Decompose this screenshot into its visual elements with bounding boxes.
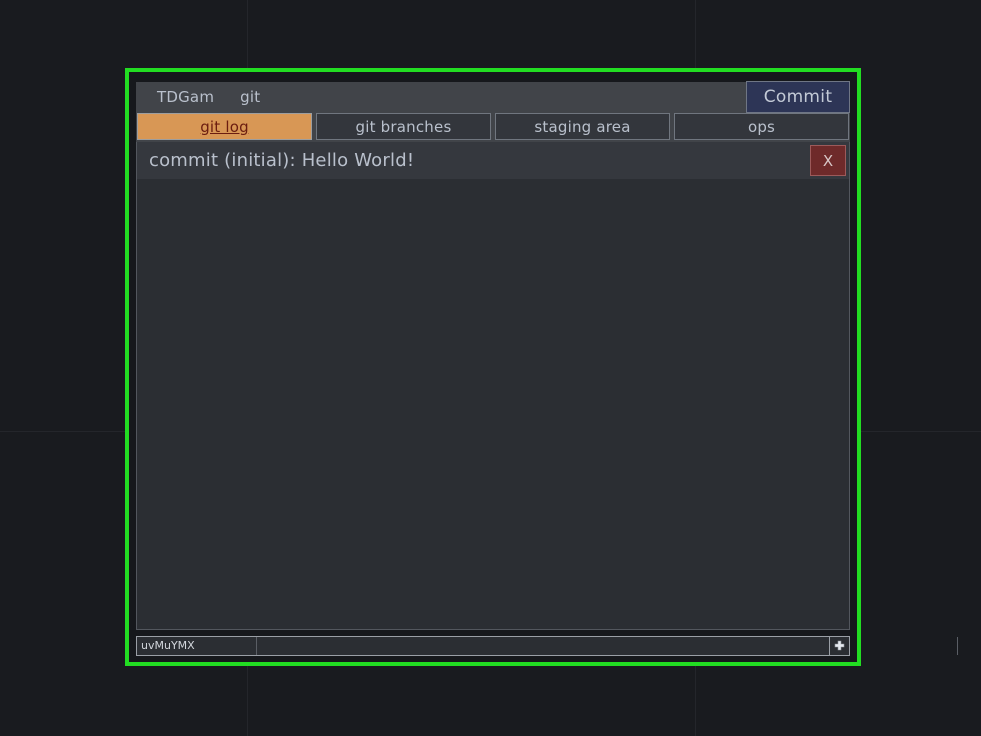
tab-ops[interactable]: ops (674, 113, 849, 140)
command-input-separator (957, 637, 958, 655)
command-bar: uvMuYMX (136, 636, 958, 656)
tab-staging-area[interactable]: staging area (495, 113, 670, 140)
menu-item-tdgam[interactable]: TDGam (148, 90, 223, 105)
menu-item-git[interactable]: git (231, 90, 269, 105)
tab-git-log[interactable]: git log (137, 113, 312, 140)
window-inner: TDGam git Commit git log git branches st… (129, 72, 958, 662)
tab-bar: git log git branches staging area ops (136, 113, 850, 142)
menu-bar: TDGam git Commit (136, 81, 850, 113)
git-log-panel: commit (initial): Hello World! X (136, 142, 850, 630)
plus-icon[interactable] (830, 636, 850, 656)
app-window: TDGam git Commit git log git branches st… (125, 68, 958, 666)
git-log-empty-area (137, 179, 849, 629)
log-entry-message: commit (initial): Hello World! (149, 150, 415, 171)
commit-button[interactable]: Commit (746, 81, 850, 113)
tab-git-branches[interactable]: git branches (316, 113, 491, 140)
close-icon[interactable]: X (810, 145, 846, 176)
log-entry-row[interactable]: commit (initial): Hello World! X (137, 142, 849, 179)
command-input[interactable]: uvMuYMX (136, 636, 958, 656)
command-input-separator (256, 637, 257, 655)
